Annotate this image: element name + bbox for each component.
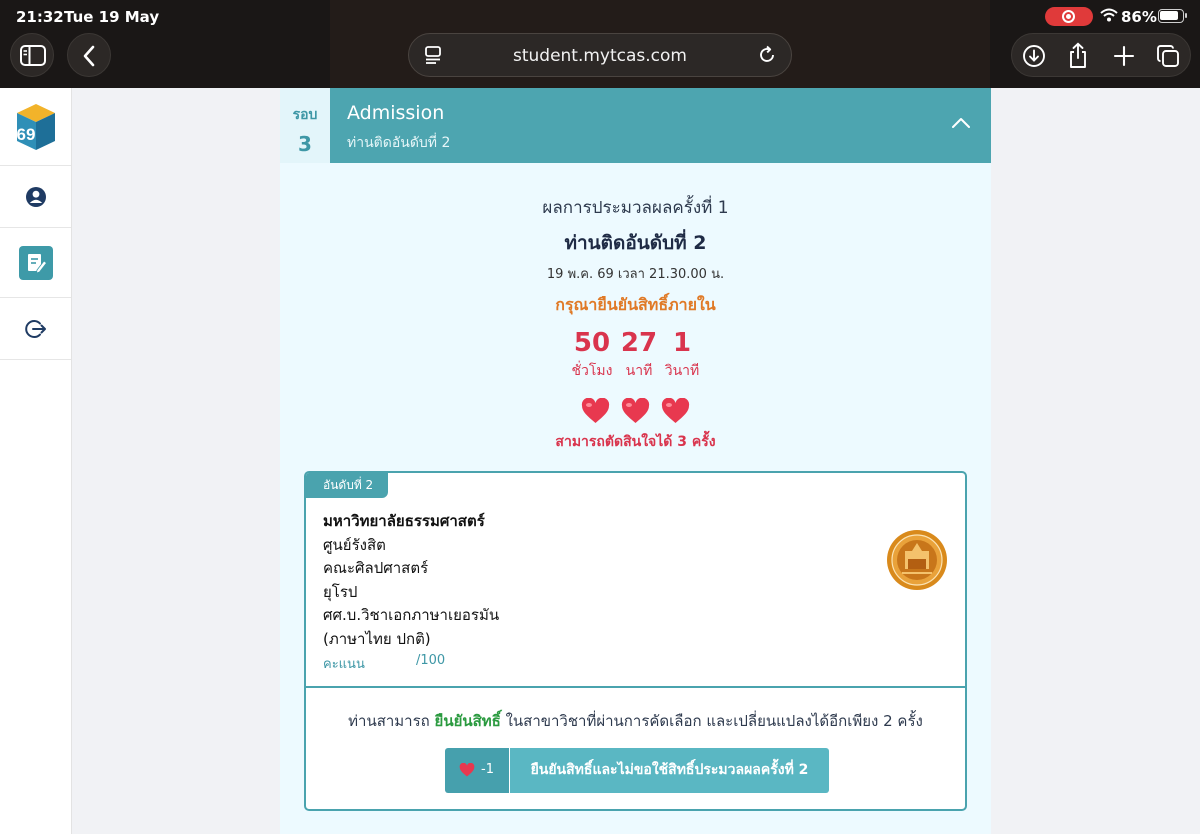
countdown-hours-label: ชั่วโมง [571, 363, 613, 379]
rank-tag: อันดับที่ 2 [306, 473, 388, 498]
url-text: student.mytcas.com [512, 46, 687, 66]
download-icon[interactable] [1022, 44, 1046, 68]
sidebar: 69 [0, 88, 72, 834]
admission-card: รอบ 3 Admission ท่านติดอันดับที่ 2 ผลการ… [280, 88, 991, 834]
score-label: คะแนน [323, 657, 365, 672]
sidebar-logo[interactable]: 69 [0, 88, 71, 166]
countdown-seconds-value: 1 [672, 328, 692, 358]
chevron-up-icon[interactable] [951, 116, 971, 130]
major-name: ศศ.บ.วิชาเอกภาษาเยอรมัน [323, 606, 500, 624]
heart-icon [459, 763, 475, 777]
program-lines: มหาวิทยาลัยธรรมศาสตร์ ศูนย์รังสิต คณะศิล… [323, 510, 499, 651]
heart-icon [621, 397, 650, 428]
countdown-hours-value: 50 [573, 328, 611, 358]
sidebar-item-profile[interactable] [0, 166, 71, 228]
heart-cost-value: -1 [481, 762, 494, 777]
program-type: (ภาษาไทย ปกติ) [323, 629, 431, 648]
decisions-remaining-text: สามารถตัดสินใจได้ 3 ครั้ง [555, 434, 716, 450]
confirm-info-text: ท่านสามารถ ยืนยันสิทธิ์ ในสาขาวิชาที่ผ่า… [306, 709, 965, 733]
reload-icon[interactable] [757, 45, 777, 65]
browser-chrome: 21:32 Tue 19 May 86% student.mytcas.com [0, 0, 1200, 88]
back-button[interactable] [67, 33, 111, 77]
logout-icon [24, 319, 46, 338]
round-header[interactable]: รอบ 3 Admission ท่านติดอันดับที่ 2 [280, 88, 991, 163]
info-text-before: ท่านสามารถ [348, 712, 435, 730]
status-bar: 21:32 Tue 19 May 86% [0, 0, 1200, 32]
round-number: 3 [298, 132, 312, 156]
tabs-overview-icon[interactable] [1156, 44, 1180, 68]
status-date: Tue 19 May [64, 8, 160, 26]
share-icon[interactable] [1067, 42, 1089, 69]
program-card: อันดับที่ 2 มหาวิทยาลัยธรรมศาสตร์ ศูนย์ร… [304, 471, 967, 811]
sidebar-item-logout[interactable] [0, 298, 71, 360]
result-datetime: 19 พ.ค. 69 เวลา 21.30.00 น. [546, 267, 725, 282]
heart-icon [581, 397, 610, 428]
score-row: คะแนน /100 [323, 653, 445, 674]
screen-recording-indicator [1045, 7, 1093, 26]
address-bar[interactable]: student.mytcas.com [408, 33, 792, 77]
heart-cost: -1 [445, 748, 509, 793]
sidebar-icon [20, 45, 46, 66]
new-tab-icon[interactable] [1113, 45, 1135, 67]
wifi-icon [1100, 8, 1118, 22]
status-time: 21:32 [16, 8, 64, 26]
rank-text: ท่านติดอันดับที่ 2 [564, 232, 707, 254]
score-max: /100 [416, 653, 446, 668]
chevron-left-icon [83, 45, 95, 67]
countdown-seconds-label: วินาที [664, 363, 700, 379]
round-title: Admission [347, 102, 445, 124]
faculty-name: คณะศิลปศาสตร์ [323, 559, 429, 577]
round-subtitle: ท่านติดอันดับที่ 2 [347, 135, 451, 151]
countdown-seconds: 1 วินาที [657, 328, 707, 382]
confirm-prompt: กรุณายืนยันสิทธิ์ภายใน [555, 295, 716, 314]
countdown-hours: 50 ชั่วโมง [567, 328, 617, 382]
info-text-after: ในสาขาวิชาที่ผ่านการคัดเลือก และเปลี่ยนแ… [500, 712, 923, 730]
round-label: รอบ [292, 107, 318, 123]
campus-name: ศูนย์รังสิต [323, 535, 386, 554]
battery-icon [1158, 9, 1187, 23]
university-seal-icon [887, 530, 947, 590]
info-text-highlight: ยืนยันสิทธิ์ [434, 712, 501, 730]
round-badge: รอบ 3 [280, 88, 330, 163]
user-circle-icon [25, 186, 46, 207]
sidebar-toggle-button[interactable] [10, 33, 54, 77]
program-details: อันดับที่ 2 มหาวิทยาลัยธรรมศาสตร์ ศูนย์ร… [306, 473, 965, 688]
field-name: ยุโรป [323, 582, 358, 601]
battery-percent: 86% [1121, 8, 1157, 26]
hearts-remaining [280, 397, 991, 428]
confirm-button-label: ยืนยันสิทธิ์และไม่ขอใช้สิทธิ์ประมวลผลครั… [510, 748, 829, 793]
confirm-button[interactable]: -1 ยืนยันสิทธิ์และไม่ขอใช้สิทธิ์ประมวลผล… [445, 748, 829, 793]
heart-icon [661, 397, 690, 428]
logo-text: 69 [16, 125, 35, 144]
sidebar-item-application[interactable] [0, 228, 71, 298]
toolbar-actions [1011, 33, 1191, 77]
university-name: มหาวิทยาลัยธรรมศาสตร์ [323, 512, 485, 530]
tcas69-logo-icon: 69 [16, 103, 55, 150]
result-heading: ผลการประมวลผลครั้งที่ 1 [542, 198, 729, 218]
edit-document-icon [18, 245, 53, 280]
